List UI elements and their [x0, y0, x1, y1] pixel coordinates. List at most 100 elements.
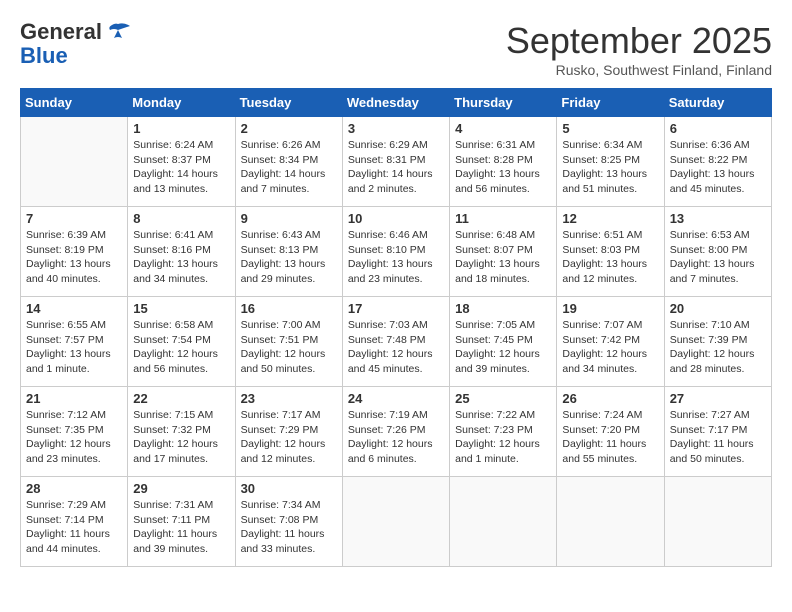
day-number: 25 — [455, 391, 551, 406]
day-info: Sunrise: 6:41 AM Sunset: 8:16 PM Dayligh… — [133, 228, 229, 287]
day-info: Sunrise: 7:03 AM Sunset: 7:48 PM Dayligh… — [348, 318, 444, 377]
day-info: Sunrise: 7:10 AM Sunset: 7:39 PM Dayligh… — [670, 318, 766, 377]
day-number: 15 — [133, 301, 229, 316]
day-number: 12 — [562, 211, 658, 226]
day-number: 3 — [348, 121, 444, 136]
calendar-cell: 16 Sunrise: 7:00 AM Sunset: 7:51 PM Dayli… — [235, 297, 342, 387]
calendar-table: SundayMondayTuesdayWednesdayThursdayFrid… — [20, 88, 772, 567]
calendar-week-5: 28 Sunrise: 7:29 AM Sunset: 7:14 PM Dayli… — [21, 477, 772, 567]
day-number: 20 — [670, 301, 766, 316]
day-number: 30 — [241, 481, 337, 496]
day-info: Sunrise: 7:19 AM Sunset: 7:26 PM Dayligh… — [348, 408, 444, 467]
calendar-cell: 14 Sunrise: 6:55 AM Sunset: 7:57 PM Dayli… — [21, 297, 128, 387]
day-number: 22 — [133, 391, 229, 406]
calendar-cell — [450, 477, 557, 567]
day-info: Sunrise: 7:15 AM Sunset: 7:32 PM Dayligh… — [133, 408, 229, 467]
day-number: 21 — [26, 391, 122, 406]
calendar-cell: 8Sunrise: 6:41 AM Sunset: 8:16 PM Daylig… — [128, 207, 235, 297]
day-info: Sunrise: 6:43 AM Sunset: 8:13 PM Dayligh… — [241, 228, 337, 287]
calendar-cell: 24 Sunrise: 7:19 AM Sunset: 7:26 PM Dayli… — [342, 387, 449, 477]
day-info: Sunrise: 6:48 AM Sunset: 8:07 PM Dayligh… — [455, 228, 551, 287]
day-number: 16 — [241, 301, 337, 316]
logo-bird-icon — [104, 22, 132, 42]
day-number: 29 — [133, 481, 229, 496]
day-info: Sunrise: 6:46 AM Sunset: 8:10 PM Dayligh… — [348, 228, 444, 287]
day-number: 27 — [670, 391, 766, 406]
calendar-cell: 23Sunrise: 7:17 AM Sunset: 7:29 PM Dayli… — [235, 387, 342, 477]
logo-general: General — [20, 19, 102, 44]
day-number: 26 — [562, 391, 658, 406]
day-info: Sunrise: 6:39 AM Sunset: 8:19 PM Dayligh… — [26, 228, 122, 287]
day-info: Sunrise: 7:12 AM Sunset: 7:35 PM Dayligh… — [26, 408, 122, 467]
calendar-cell: 2 Sunrise: 6:26 AM Sunset: 8:34 PM Daylig… — [235, 117, 342, 207]
day-info: Sunrise: 6:55 AM Sunset: 7:57 PM Dayligh… — [26, 318, 122, 377]
day-number: 24 — [348, 391, 444, 406]
calendar-cell: 29Sunrise: 7:31 AM Sunset: 7:11 PM Dayli… — [128, 477, 235, 567]
calendar-cell: 7 Sunrise: 6:39 AM Sunset: 8:19 PM Daylig… — [21, 207, 128, 297]
weekday-header-tuesday: Tuesday — [235, 89, 342, 117]
calendar-cell: 5Sunrise: 6:34 AM Sunset: 8:25 PM Daylig… — [557, 117, 664, 207]
calendar-cell: 3 Sunrise: 6:29 AM Sunset: 8:31 PM Daylig… — [342, 117, 449, 207]
day-number: 7 — [26, 211, 122, 226]
day-info: Sunrise: 6:29 AM Sunset: 8:31 PM Dayligh… — [348, 138, 444, 197]
day-info: Sunrise: 6:51 AM Sunset: 8:03 PM Dayligh… — [562, 228, 658, 287]
weekday-header-friday: Friday — [557, 89, 664, 117]
day-info: Sunrise: 6:58 AM Sunset: 7:54 PM Dayligh… — [133, 318, 229, 377]
calendar-cell: 17 Sunrise: 7:03 AM Sunset: 7:48 PM Dayli… — [342, 297, 449, 387]
calendar-cell — [664, 477, 771, 567]
calendar-cell: 10Sunrise: 6:46 AM Sunset: 8:10 PM Dayli… — [342, 207, 449, 297]
calendar-cell: 25 Sunrise: 7:22 AM Sunset: 7:23 PM Dayli… — [450, 387, 557, 477]
day-info: Sunrise: 7:27 AM Sunset: 7:17 PM Dayligh… — [670, 408, 766, 467]
calendar-cell: 18 Sunrise: 7:05 AM Sunset: 7:45 PM Dayli… — [450, 297, 557, 387]
day-info: Sunrise: 7:22 AM Sunset: 7:23 PM Dayligh… — [455, 408, 551, 467]
day-number: 14 — [26, 301, 122, 316]
day-info: Sunrise: 6:36 AM Sunset: 8:22 PM Dayligh… — [670, 138, 766, 197]
calendar-cell: 12 Sunrise: 6:51 AM Sunset: 8:03 PM Dayli… — [557, 207, 664, 297]
calendar-week-4: 21 Sunrise: 7:12 AM Sunset: 7:35 PM Dayli… — [21, 387, 772, 477]
day-number: 23 — [241, 391, 337, 406]
day-info: Sunrise: 6:24 AM Sunset: 8:37 PM Dayligh… — [133, 138, 229, 197]
day-info: Sunrise: 7:00 AM Sunset: 7:51 PM Dayligh… — [241, 318, 337, 377]
day-number: 17 — [348, 301, 444, 316]
day-number: 6 — [670, 121, 766, 136]
day-info: Sunrise: 7:29 AM Sunset: 7:14 PM Dayligh… — [26, 498, 122, 557]
day-number: 4 — [455, 121, 551, 136]
calendar-cell — [557, 477, 664, 567]
calendar-week-2: 7 Sunrise: 6:39 AM Sunset: 8:19 PM Daylig… — [21, 207, 772, 297]
day-number: 18 — [455, 301, 551, 316]
weekday-header-sunday: Sunday — [21, 89, 128, 117]
page-header: General Blue September 2025 Rusko, South… — [20, 20, 772, 78]
month-title: September 2025 — [506, 20, 772, 62]
day-number: 9 — [241, 211, 337, 226]
calendar-cell: 30 Sunrise: 7:34 AM Sunset: 7:08 PM Dayli… — [235, 477, 342, 567]
calendar-cell: 9 Sunrise: 6:43 AM Sunset: 8:13 PM Daylig… — [235, 207, 342, 297]
calendar-cell: 22 Sunrise: 7:15 AM Sunset: 7:32 PM Dayli… — [128, 387, 235, 477]
calendar-week-3: 14 Sunrise: 6:55 AM Sunset: 7:57 PM Dayli… — [21, 297, 772, 387]
weekday-header-saturday: Saturday — [664, 89, 771, 117]
day-number: 2 — [241, 121, 337, 136]
calendar-cell: 21 Sunrise: 7:12 AM Sunset: 7:35 PM Dayli… — [21, 387, 128, 477]
calendar-cell: 11Sunrise: 6:48 AM Sunset: 8:07 PM Dayli… — [450, 207, 557, 297]
calendar-cell: 4Sunrise: 6:31 AM Sunset: 8:28 PM Daylig… — [450, 117, 557, 207]
calendar-cell: 15 Sunrise: 6:58 AM Sunset: 7:54 PM Dayli… — [128, 297, 235, 387]
weekday-header-wednesday: Wednesday — [342, 89, 449, 117]
day-info: Sunrise: 7:24 AM Sunset: 7:20 PM Dayligh… — [562, 408, 658, 467]
day-info: Sunrise: 7:34 AM Sunset: 7:08 PM Dayligh… — [241, 498, 337, 557]
day-info: Sunrise: 6:34 AM Sunset: 8:25 PM Dayligh… — [562, 138, 658, 197]
calendar-cell: 20 Sunrise: 7:10 AM Sunset: 7:39 PM Dayli… — [664, 297, 771, 387]
weekday-header-monday: Monday — [128, 89, 235, 117]
day-info: Sunrise: 6:53 AM Sunset: 8:00 PM Dayligh… — [670, 228, 766, 287]
calendar-cell: 1Sunrise: 6:24 AM Sunset: 8:37 PM Daylig… — [128, 117, 235, 207]
calendar-cell — [342, 477, 449, 567]
day-info: Sunrise: 7:05 AM Sunset: 7:45 PM Dayligh… — [455, 318, 551, 377]
calendar-cell — [21, 117, 128, 207]
day-info: Sunrise: 6:26 AM Sunset: 8:34 PM Dayligh… — [241, 138, 337, 197]
calendar-cell: 28 Sunrise: 7:29 AM Sunset: 7:14 PM Dayli… — [21, 477, 128, 567]
day-number: 19 — [562, 301, 658, 316]
title-block: September 2025 Rusko, Southwest Finland,… — [506, 20, 772, 78]
calendar-cell: 19Sunrise: 7:07 AM Sunset: 7:42 PM Dayli… — [557, 297, 664, 387]
calendar-cell: 26 Sunrise: 7:24 AM Sunset: 7:20 PM Dayli… — [557, 387, 664, 477]
logo: General Blue — [20, 20, 132, 68]
calendar-header-row: SundayMondayTuesdayWednesdayThursdayFrid… — [21, 89, 772, 117]
day-number: 28 — [26, 481, 122, 496]
